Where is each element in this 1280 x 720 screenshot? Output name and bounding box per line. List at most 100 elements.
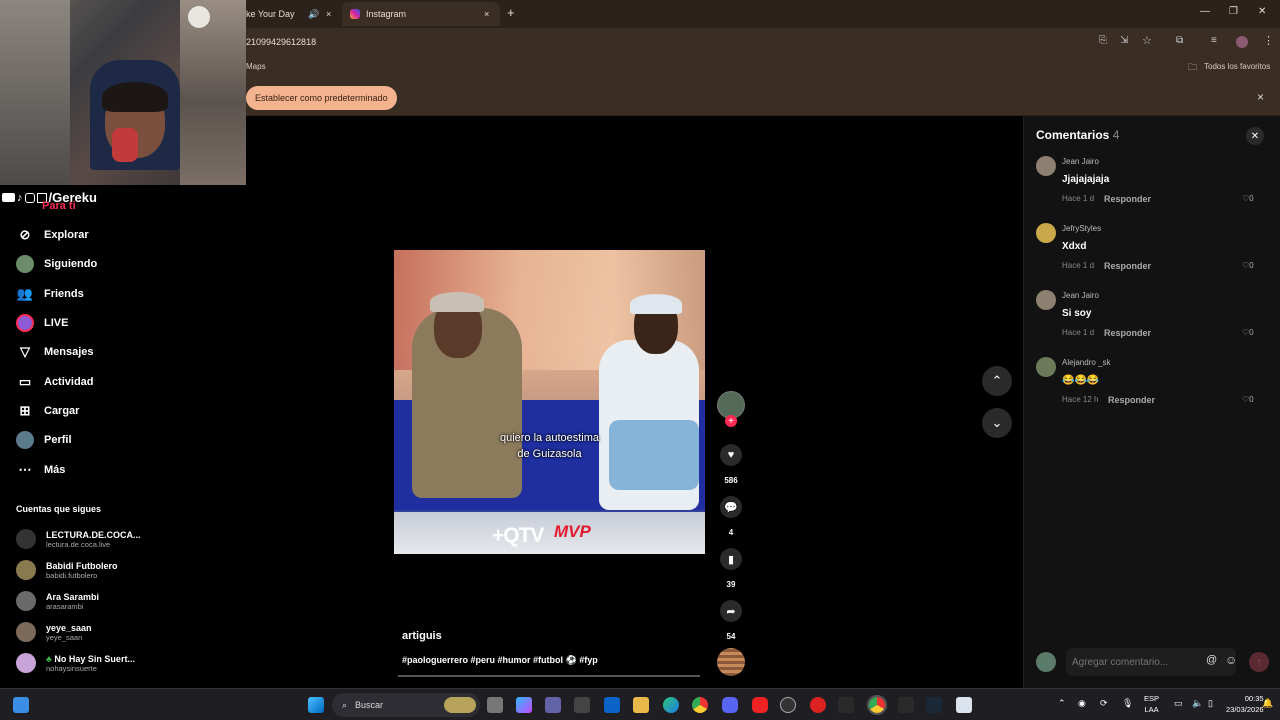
comment-user[interactable]: Jean Jairo — [1062, 157, 1099, 166]
widgets-icon[interactable] — [13, 697, 29, 713]
language-indicator[interactable]: ESP LAA — [1144, 693, 1159, 715]
window-close-icon[interactable]: ✕ — [1258, 6, 1266, 17]
tray-app-icon[interactable]: ◉ — [1078, 698, 1086, 709]
app-red-icon[interactable] — [810, 697, 826, 713]
start-icon[interactable] — [308, 697, 324, 713]
lang-top: ESP — [1144, 694, 1160, 703]
video-author[interactable]: artiguis — [402, 630, 442, 642]
account-item[interactable]: ♣ No Hay Sin Suert... nohaysinsuerte — [16, 650, 135, 676]
taskbar-search[interactable]: ⌕ Buscar — [332, 693, 480, 717]
account-item[interactable]: yeye_saan yeye_saan — [16, 619, 92, 645]
task-view-icon[interactable] — [487, 697, 503, 713]
youtube-music-icon[interactable] — [752, 697, 768, 713]
comments-close-button[interactable]: ✕ — [1246, 127, 1264, 145]
chrome-icon[interactable] — [692, 697, 708, 713]
reply-button[interactable]: Responder — [1104, 194, 1151, 204]
avatar[interactable] — [1036, 223, 1056, 243]
store-icon[interactable] — [574, 697, 590, 713]
video-hashtags[interactable]: #paologuerrero #peru #humor #futbol ⚽ #f… — [402, 655, 598, 666]
nav-partial-item[interactable]: Para ti — [42, 200, 76, 212]
comment-like[interactable]: ♡0 — [1242, 395, 1254, 404]
nav-actividad[interactable]: ▭ Actividad — [16, 372, 94, 392]
mail-icon[interactable] — [604, 697, 620, 713]
app-window-icon[interactable] — [956, 697, 972, 713]
tray-sync-icon[interactable]: ⟳ — [1100, 698, 1108, 709]
copilot-icon[interactable] — [516, 697, 532, 713]
nav-live[interactable]: LIVE — [16, 313, 68, 333]
bookmark-all[interactable]: Todos los favoritos — [1204, 62, 1270, 71]
taskbar-clock[interactable]: 00:35 23/03/2026 — [1226, 693, 1264, 715]
video-player[interactable]: quiero la autoestima de Guizasola +QTV M… — [394, 250, 705, 554]
account-item[interactable]: LECTURA.DE.COCA... lectura.de.coca.live — [16, 526, 141, 552]
tray-mic-icon[interactable]: 🎙 — [1122, 698, 1133, 709]
avatar[interactable] — [1036, 290, 1056, 310]
avatar[interactable] — [1036, 156, 1056, 176]
discord-icon[interactable] — [722, 697, 738, 713]
tab-close-icon[interactable]: × — [484, 9, 489, 19]
nav-cargar[interactable]: ⊞ Cargar — [16, 401, 80, 421]
explorer-icon[interactable] — [633, 697, 649, 713]
app-arrow-icon-2[interactable] — [898, 697, 914, 713]
reply-button[interactable]: Responder — [1104, 261, 1151, 271]
comment-like[interactable]: ♡0 — [1242, 194, 1254, 203]
mention-icon[interactable]: @ — [1206, 654, 1217, 666]
install-icon[interactable]: ⇲ — [1120, 35, 1128, 46]
comment-user[interactable]: Alejandro _sk — [1062, 358, 1110, 367]
nav-explorar[interactable]: ⊘ Explorar — [16, 225, 89, 245]
share-button[interactable]: ➦ — [720, 600, 742, 622]
network-icon[interactable]: ▭ — [1174, 698, 1183, 709]
music-disc-icon[interactable] — [717, 648, 745, 676]
post-comment-button[interactable]: ↑ — [1249, 652, 1269, 672]
chrome-active-icon[interactable] — [867, 695, 887, 715]
bookmark-star-icon[interactable]: ☆ — [1142, 34, 1152, 47]
infobar-close-icon[interactable]: × — [1257, 90, 1264, 104]
save-button[interactable]: ▮ — [720, 548, 742, 570]
nav-mas[interactable]: ⋯ Más — [16, 460, 66, 480]
media-icon[interactable]: ≡ — [1211, 35, 1217, 46]
notification-bell-icon[interactable]: 🔔 — [1262, 698, 1273, 709]
edge-icon[interactable] — [663, 697, 679, 713]
url-text[interactable]: 21099429612818 — [246, 37, 316, 47]
nav-perfil[interactable]: Perfil — [16, 430, 72, 450]
reply-button[interactable]: Responder — [1108, 395, 1155, 405]
volume-icon[interactable]: 🔈 — [1192, 698, 1203, 709]
nav-friends[interactable]: 👥 Friends — [16, 284, 84, 304]
next-video-button[interactable]: ⌄ — [982, 408, 1012, 438]
reply-button[interactable]: Responder — [1104, 328, 1151, 338]
tray-chevron-icon[interactable]: ⌃ — [1058, 698, 1066, 709]
browser-menu-icon[interactable]: ⋮ — [1263, 34, 1274, 47]
comment-user[interactable]: JefryStyles — [1062, 224, 1101, 233]
previous-video-button[interactable]: ⌃ — [982, 366, 1012, 396]
set-default-button[interactable]: Establecer como predeterminado — [246, 86, 397, 110]
obs-icon[interactable] — [780, 697, 796, 713]
comment-user[interactable]: Jean Jairo — [1062, 291, 1099, 300]
follow-plus-icon[interactable]: + — [725, 415, 737, 427]
extensions-icon[interactable]: ⧉ — [1176, 35, 1183, 46]
like-button[interactable]: ♥ — [720, 444, 742, 466]
steam-icon[interactable] — [926, 697, 942, 713]
comment-like[interactable]: ♡0 — [1242, 261, 1254, 270]
bookmark-maps[interactable]: Maps — [246, 62, 266, 71]
webcam-desk-items — [180, 0, 246, 185]
new-tab-button[interactable]: + — [507, 5, 515, 20]
video-progress-bar[interactable] — [398, 675, 700, 677]
profile-avatar[interactable] — [1236, 36, 1248, 48]
avatar[interactable] — [1036, 357, 1056, 377]
minimize-icon[interactable]: — — [1200, 6, 1210, 17]
tab-instagram[interactable]: Instagram × — [342, 2, 500, 26]
app-arrow-icon[interactable] — [838, 697, 854, 713]
nav-siguiendo[interactable]: Siguiendo — [16, 254, 97, 274]
maximize-icon[interactable]: ❐ — [1229, 6, 1238, 17]
emoji-icon[interactable]: ☺ — [1225, 653, 1237, 667]
account-item[interactable]: Babidi Futbolero babidi.futbolero — [16, 557, 118, 583]
translate-icon[interactable]: ⎘ — [1099, 35, 1107, 46]
nav-mensajes[interactable]: ▽ Mensajes — [16, 342, 94, 362]
account-item[interactable]: Ara Sarambi arasarambi — [16, 588, 99, 614]
tab-close-icon[interactable]: × — [326, 9, 331, 19]
teams-icon[interactable] — [545, 697, 561, 713]
battery-icon[interactable]: ▯ — [1208, 698, 1213, 709]
speaker-icon[interactable]: 🔊 — [308, 9, 319, 20]
tab-previous[interactable]: ke Your Day 🔊 × — [246, 2, 342, 26]
comment-button[interactable]: 💬 — [720, 496, 742, 518]
comment-like[interactable]: ♡0 — [1242, 328, 1254, 337]
